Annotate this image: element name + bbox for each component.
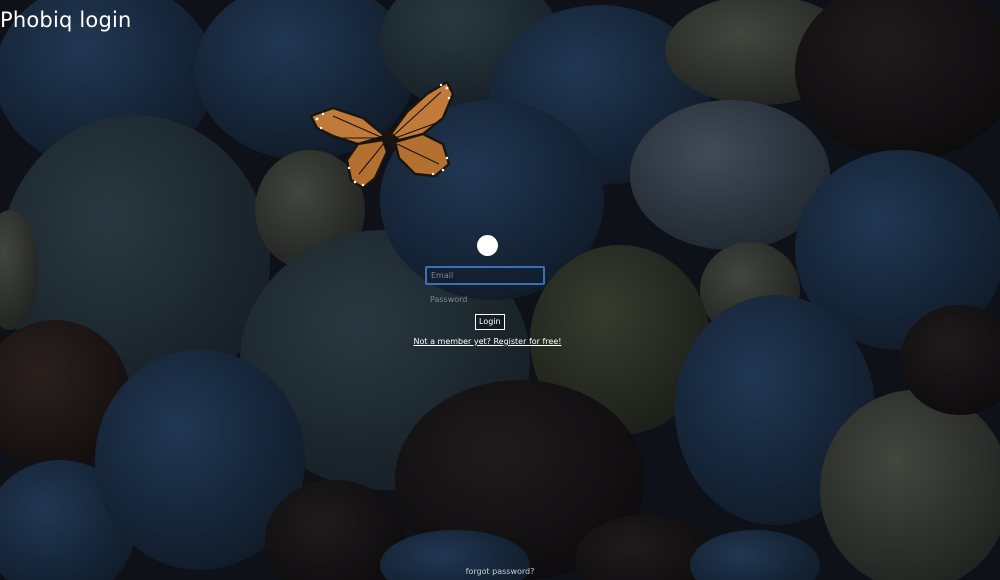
avatar-dot-icon <box>477 235 498 256</box>
login-form: Login Not a member yet? Register for fre… <box>400 265 575 355</box>
page-title: Phobiq login <box>0 8 132 32</box>
login-button[interactable]: Login <box>475 314 505 330</box>
password-field[interactable] <box>425 290 545 309</box>
email-field[interactable] <box>425 266 545 285</box>
login-page: Phobiq login Email Login Not a member ye… <box>0 0 1000 580</box>
register-link[interactable]: Not a member yet? Register for free! <box>400 337 575 346</box>
butterfly-icon <box>309 80 455 190</box>
forgot-password-link[interactable]: forgot password? <box>0 567 1000 576</box>
